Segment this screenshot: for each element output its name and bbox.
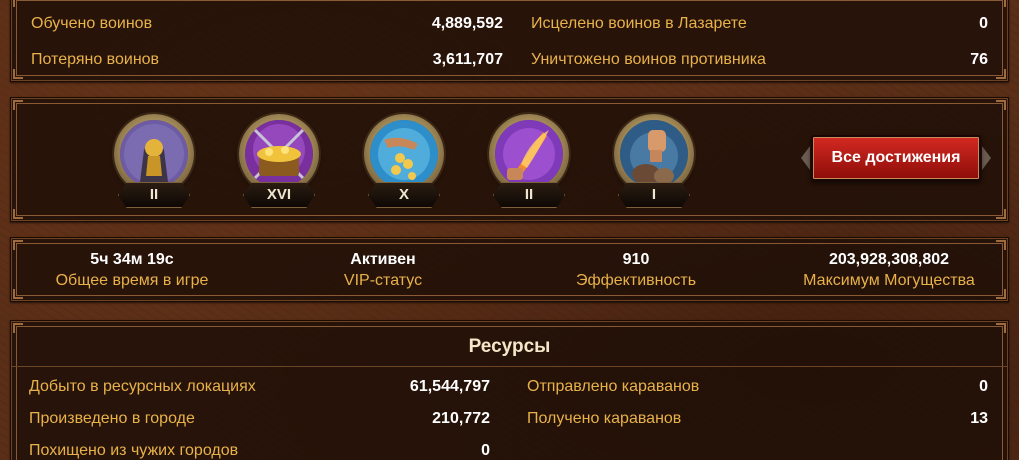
achievement-level-1: II <box>118 182 190 208</box>
destroyed-enemies-value: 76 <box>970 51 988 68</box>
achievement-badge-2[interactable]: XVI <box>234 114 324 214</box>
achievement-level-3: X <box>368 182 440 208</box>
produced-label: Произведено в городе <box>29 410 195 427</box>
hand-coins-icon <box>370 120 438 188</box>
playtime-stat: 5ч 34м 19с Общее время в игре <box>12 251 252 290</box>
achievement-level-5: I <box>618 182 690 208</box>
mined-value: 61,544,797 <box>409 378 490 395</box>
produced-value: 210,772 <box>432 410 490 427</box>
trained-warriors-label: Обучено воинов <box>31 15 153 32</box>
playtime-value: 5ч 34м 19с <box>90 251 174 268</box>
playtime-label: Общее время в игре <box>55 272 209 289</box>
sent-caravans-label: Отправлено караванов <box>527 378 700 395</box>
received-caravans-value: 13 <box>970 410 988 427</box>
all-achievements-button[interactable]: Все достижения <box>801 132 991 184</box>
healed-warriors-value: 0 <box>979 15 988 32</box>
achievement-level-4: II <box>493 182 565 208</box>
achievement-level-2: XVI <box>243 182 315 208</box>
stolen-label: Похищено из чужих городов <box>29 442 239 459</box>
combat-stats-panel: Обучено воинов 4,889,592 Потеряно воинов… <box>10 0 1009 82</box>
destroyed-enemies-label: Уничтожено воинов противника <box>531 51 766 68</box>
achievement-badge-1[interactable]: II <box>109 114 199 214</box>
lost-warriors-value: 3,611,707 <box>432 51 503 68</box>
healed-warriors-label: Исцелено воинов в Лазарете <box>531 15 747 32</box>
resources-title: Ресурсы <box>11 327 1008 367</box>
treasure-chest-icon <box>245 120 313 188</box>
chevron-right-icon <box>982 146 991 170</box>
max-power-value: 203,928,308,802 <box>828 251 950 268</box>
profile-stats-panel: 5ч 34м 19с Общее время в игре Активен VI… <box>10 237 1009 302</box>
sent-caravans-value: 0 <box>979 378 988 395</box>
resources-panel: Ресурсы Добыто в ресурсных локациях 61,5… <box>10 320 1009 460</box>
max-power-stat: 203,928,308,802 Максимум Могущества <box>769 251 1009 290</box>
achievement-badge-5[interactable]: I <box>609 114 699 214</box>
vip-label: VIP-статус <box>343 272 423 289</box>
mined-label: Добыто в ресурсных локациях <box>29 378 256 395</box>
stolen-value: 0 <box>481 442 490 459</box>
lost-warriors-label: Потеряно воинов <box>31 51 160 68</box>
vip-value: Активен <box>350 251 416 268</box>
fire-sword-icon <box>495 120 563 188</box>
achievements-panel: II XVI X II I Все достижения <box>10 97 1009 222</box>
all-achievements-label: Все достижения <box>811 135 981 181</box>
max-power-label: Максимум Могущества <box>803 272 975 289</box>
raised-fist-icon <box>620 120 688 188</box>
achievement-badge-3[interactable]: X <box>359 114 449 214</box>
vip-stat: Активен VIP-статус <box>263 251 503 290</box>
received-caravans-label: Получено караванов <box>527 410 682 427</box>
efficiency-value: 910 <box>622 251 650 268</box>
efficiency-stat: 910 Эффективность <box>516 251 756 290</box>
efficiency-label: Эффективность <box>575 272 697 289</box>
chevron-left-icon <box>801 146 810 170</box>
golden-hooded-figure-icon <box>120 120 188 188</box>
achievement-badge-4[interactable]: II <box>484 114 574 214</box>
trained-warriors-value: 4,889,592 <box>431 15 503 32</box>
